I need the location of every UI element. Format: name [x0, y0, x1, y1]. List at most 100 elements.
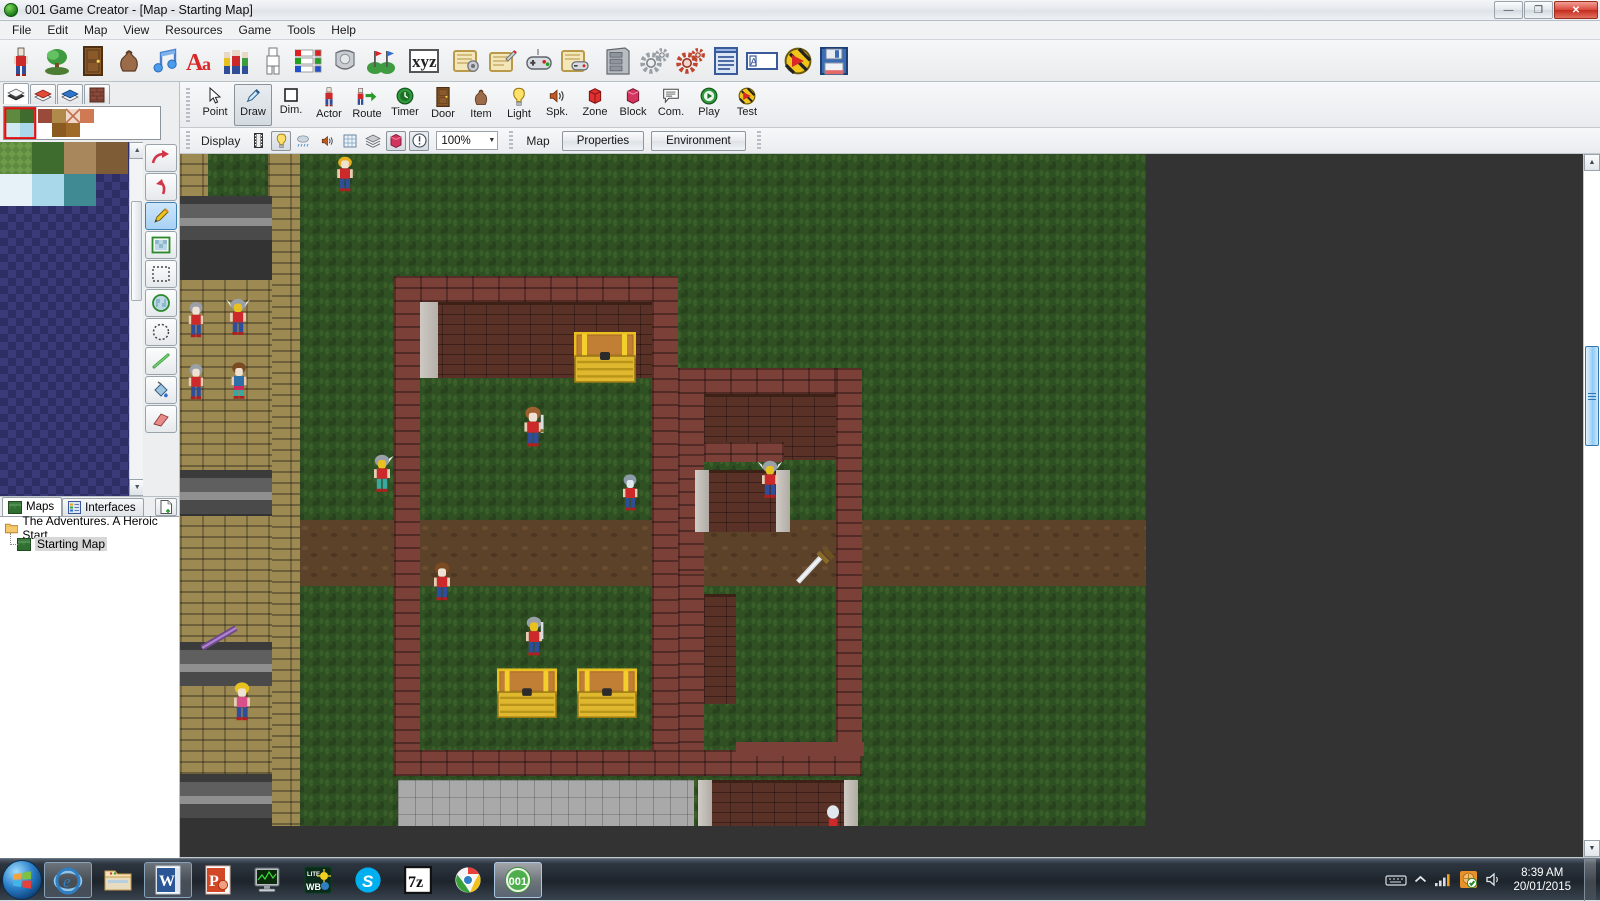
show-desktop-button[interactable] — [1584, 859, 1596, 901]
clock[interactable]: 8:39 AM 20/01/2015 — [1513, 866, 1571, 894]
layer-tab-wall[interactable] — [84, 84, 110, 104]
vertical-scrollbar[interactable]: ▲ ▼ — [1583, 154, 1600, 857]
layer-tab-mid[interactable] — [30, 84, 56, 104]
map-viewport[interactable] — [180, 154, 1146, 826]
menu-resources[interactable]: Resources — [157, 21, 230, 39]
toolbar-doors-button[interactable] — [76, 43, 110, 79]
toolbar-character-template-button[interactable] — [256, 43, 290, 79]
taskbar-powerpoint[interactable]: P — [194, 862, 242, 898]
tool-block[interactable]: Block — [614, 84, 652, 126]
treasure-chest[interactable] — [574, 332, 636, 384]
npc-sprite-white[interactable] — [617, 474, 643, 512]
taskbar-chrome[interactable] — [444, 862, 492, 898]
tool-test[interactable]: Test — [728, 84, 766, 126]
tile-palette[interactable] — [0, 142, 129, 496]
scroll-up-button[interactable]: ▲ — [1584, 154, 1600, 171]
npc-sprite-armed[interactable] — [520, 616, 548, 658]
tool-light[interactable]: Light — [500, 84, 538, 126]
toolbar-input-button[interactable] — [522, 43, 556, 79]
display-toggle-film[interactable] — [248, 131, 268, 151]
palette-scroll-track[interactable] — [129, 159, 143, 479]
treasure-chest[interactable] — [577, 668, 637, 720]
menu-file[interactable]: File — [4, 21, 39, 39]
selected-tiles-preview[interactable]: ▲ ▼ — [3, 106, 161, 140]
menu-view[interactable]: View — [115, 21, 157, 39]
toolbar-lists-button[interactable] — [709, 43, 743, 79]
toolbar-equipment-button[interactable] — [328, 43, 362, 79]
tree-root-row[interactable]: The Adventures. A Heroic Start — [3, 520, 179, 536]
select-rect-tool-button[interactable] — [145, 260, 177, 288]
undo-button[interactable] — [145, 173, 177, 201]
toolbar-save-button[interactable] — [817, 43, 851, 79]
security-shield-icon[interactable] — [1459, 870, 1478, 889]
tool-timer[interactable]: Timer — [386, 84, 424, 126]
display-toggle-sound[interactable] — [317, 131, 337, 151]
tool-actor[interactable]: Actor — [310, 84, 348, 126]
npc-sprite-armed[interactable] — [368, 454, 396, 494]
close-button[interactable]: ✕ — [1554, 1, 1598, 19]
tree-item-starting-map[interactable]: Starting Map — [3, 536, 179, 552]
zoom-dropdown[interactable]: 100% ▼ — [436, 131, 498, 150]
npc-sprite[interactable] — [184, 364, 208, 400]
project-tree[interactable]: The Adventures. A Heroic Start Starting … — [0, 516, 179, 874]
toolbar-party-button[interactable] — [220, 43, 254, 79]
display-toggle-block[interactable] — [386, 131, 406, 151]
treasure-chest[interactable] — [497, 668, 557, 720]
taskbar-word[interactable]: W — [144, 862, 192, 898]
npc-sprite[interactable] — [184, 302, 208, 338]
toolbar-game-settings-button[interactable] — [673, 43, 707, 79]
layer-tab-ground[interactable] — [3, 83, 29, 104]
tile-palette-scrollbar[interactable]: ▲ ▼ — [129, 142, 143, 496]
line-tool-button[interactable] — [145, 347, 177, 375]
taskbar-monitor-app[interactable] — [244, 862, 292, 898]
ellipse-tool-button[interactable] — [145, 318, 177, 346]
redo-button[interactable] — [145, 144, 177, 172]
restore-button[interactable]: ❐ — [1524, 1, 1553, 19]
npc-sprite-pink[interactable] — [228, 682, 256, 722]
paint-bucket-tool-button[interactable] — [145, 376, 177, 404]
npc-sprite[interactable] — [332, 156, 358, 192]
vertical-scroll-track[interactable] — [1584, 171, 1600, 840]
npc-sprite-armed[interactable] — [756, 460, 784, 500]
npc-sprite-partial[interactable] — [820, 804, 846, 826]
menu-tools[interactable]: Tools — [279, 21, 323, 39]
npc-sprite-brown-hair[interactable] — [428, 562, 456, 602]
toolbar-edit-script-button[interactable] — [486, 43, 520, 79]
tool-door[interactable]: Door — [424, 84, 462, 126]
tool-item[interactable]: Item — [462, 84, 500, 126]
toolbar-scripts-button[interactable] — [450, 43, 484, 79]
display-toolbar-grip[interactable] — [186, 131, 190, 151]
start-button[interactable] — [2, 860, 42, 900]
filled-ellipse-tool-button[interactable] — [145, 289, 177, 317]
toolbar-variables-button[interactable]: xyz — [407, 43, 441, 79]
toolbar-objects-button[interactable] — [40, 43, 74, 79]
tool-zone[interactable]: Zone — [576, 84, 614, 126]
menu-help[interactable]: Help — [323, 21, 364, 39]
map-canvas[interactable] — [180, 154, 1583, 857]
layer-tab-top[interactable] — [57, 84, 83, 104]
tool-point[interactable]: Point — [196, 84, 234, 126]
tool-route[interactable]: Route — [348, 84, 386, 126]
display-toggle-info[interactable] — [409, 131, 429, 151]
pencil-tool-button[interactable] — [145, 202, 177, 230]
staff-item[interactable] — [198, 622, 244, 654]
map-properties-button[interactable]: Properties — [562, 131, 644, 151]
display-toggle-light[interactable] — [271, 131, 291, 151]
toolbar-items-button[interactable] — [112, 43, 146, 79]
tool-play[interactable]: Play — [690, 84, 728, 126]
show-hidden-chevron-icon[interactable] — [1414, 875, 1427, 884]
tool-speaker[interactable]: Spk. — [538, 84, 576, 126]
display-toggle-weather[interactable] — [294, 131, 314, 151]
taskbar-litecweb[interactable]: LITE WB — [294, 862, 342, 898]
player-sprite[interactable] — [518, 406, 548, 448]
toolbar-debug-button[interactable] — [781, 43, 815, 79]
toolbar-settings-button[interactable] — [637, 43, 671, 79]
toolbar-input-scripts-button[interactable] — [558, 43, 592, 79]
scroll-down-button[interactable]: ▼ — [1584, 840, 1600, 857]
vertical-scroll-thumb[interactable] — [1585, 346, 1599, 446]
taskbar-7zip[interactable]: 7z — [394, 862, 442, 898]
menu-game[interactable]: Game — [231, 21, 280, 39]
map-environment-button[interactable]: Environment — [651, 131, 746, 151]
keyboard-icon[interactable] — [1385, 873, 1407, 887]
sword-item[interactable] — [792, 548, 838, 588]
